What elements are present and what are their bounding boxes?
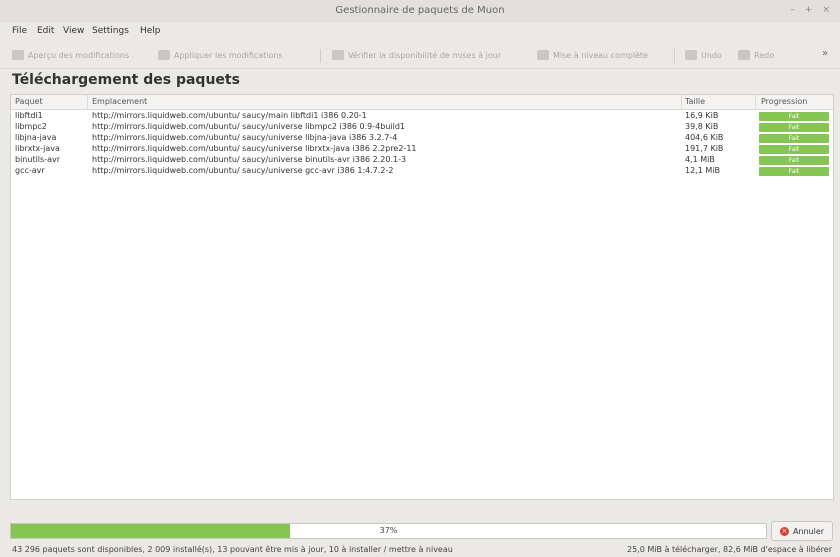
column-separator[interactable] xyxy=(755,95,756,109)
toolbar: Aperçu des modifications Appliquer les m… xyxy=(0,44,840,69)
cell-package: libftdi1 xyxy=(15,111,43,120)
apply-icon xyxy=(158,50,170,60)
header-size[interactable]: Taille xyxy=(685,97,705,106)
table-row[interactable]: libmpc2 http://mirrors.liquidweb.com/ubu… xyxy=(11,122,833,132)
cancel-label: Annuler xyxy=(792,526,825,536)
menu-help[interactable]: Help xyxy=(140,26,161,36)
cell-package: librxtx-java xyxy=(15,144,60,153)
toolbar-overflow-button[interactable]: » xyxy=(822,48,828,59)
redo-label: Redo xyxy=(754,50,775,60)
undo-button[interactable]: Undo xyxy=(685,50,722,60)
title-bar: Gestionnaire de paquets de Muon – + × xyxy=(0,0,840,23)
cell-size: 404,6 KiB xyxy=(685,133,724,142)
redo-button[interactable]: Redo xyxy=(738,50,774,60)
overall-progress-bar: 37% xyxy=(10,523,767,539)
cell-size: 12,1 MiB xyxy=(685,166,720,175)
cell-package: gcc-avr xyxy=(15,166,45,175)
header-progress[interactable]: Progression xyxy=(761,97,807,106)
full-upgrade-button[interactable]: Mise à niveau complète xyxy=(537,50,648,60)
close-icon[interactable]: × xyxy=(822,5,830,15)
table-row[interactable]: libftdi1 http://mirrors.liquidweb.com/ub… xyxy=(11,111,833,121)
apply-changes-label: Appliquer les modifications xyxy=(174,50,283,60)
preview-changes-label: Aperçu des modifications xyxy=(28,50,130,60)
maximize-icon[interactable]: + xyxy=(805,5,813,15)
status-left: 43 296 paquets sont disponibles, 2 009 i… xyxy=(12,545,453,554)
apply-changes-button[interactable]: Appliquer les modifications xyxy=(158,50,283,60)
window-controls: – + × xyxy=(790,5,830,15)
progress-cell: Fait xyxy=(759,123,829,132)
preview-changes-button[interactable]: Aperçu des modifications xyxy=(12,50,129,60)
cell-package: libmpc2 xyxy=(15,122,47,131)
preview-icon xyxy=(12,50,24,60)
table-row[interactable]: gcc-avr http://mirrors.liquidweb.com/ubu… xyxy=(11,166,833,176)
cell-location: http://mirrors.liquidweb.com/ubuntu/ sau… xyxy=(92,144,417,153)
download-table: Paquet Emplacement Taille Progression li… xyxy=(10,94,834,500)
menu-file[interactable]: File xyxy=(12,26,27,36)
cell-size: 16,9 KiB xyxy=(685,111,719,120)
menu-settings[interactable]: Settings xyxy=(92,26,129,36)
undo-icon xyxy=(685,50,697,60)
page-title: Téléchargement des paquets xyxy=(12,72,240,88)
progress-label: 37% xyxy=(379,526,398,535)
check-updates-label: Vérifier la disponibilité de mises à jou… xyxy=(348,50,502,60)
minimize-icon[interactable]: – xyxy=(790,5,795,15)
progress-cell: Fait xyxy=(759,134,829,143)
column-separator[interactable] xyxy=(681,95,682,109)
table-row[interactable]: binutils-avr http://mirrors.liquidweb.co… xyxy=(11,155,833,165)
cell-location: http://mirrors.liquidweb.com/ubuntu/ sau… xyxy=(92,166,394,175)
cell-location: http://mirrors.liquidweb.com/ubuntu/ sau… xyxy=(92,133,398,142)
cancel-button[interactable]: × Annuler xyxy=(771,521,833,541)
header-package[interactable]: Paquet xyxy=(15,97,43,106)
cell-size: 39,8 KiB xyxy=(685,122,719,131)
menu-edit[interactable]: Edit xyxy=(37,26,54,36)
progress-cell: Fait xyxy=(759,156,829,165)
progress-cell: Fait xyxy=(759,112,829,121)
table-row[interactable]: libjna-java http://mirrors.liquidweb.com… xyxy=(11,133,833,143)
undo-label: Undo xyxy=(701,50,722,60)
cancel-icon: × xyxy=(779,526,789,536)
table-row[interactable]: librxtx-java http://mirrors.liquidweb.co… xyxy=(11,144,833,154)
overflow-icon: » xyxy=(822,48,829,59)
progress-cell: Fait xyxy=(759,145,829,154)
refresh-icon xyxy=(332,50,344,60)
toolbar-separator xyxy=(320,49,321,63)
header-location[interactable]: Emplacement xyxy=(92,97,147,106)
menu-bar: File Edit View Settings Help xyxy=(0,22,840,42)
cell-size: 191,7 KiB xyxy=(685,144,724,153)
cell-location: http://mirrors.liquidweb.com/ubuntu/ sau… xyxy=(92,122,406,131)
upgrade-icon xyxy=(537,50,549,60)
status-right: 25,0 MiB à télécharger, 82,6 MiB d'espac… xyxy=(627,545,832,554)
redo-icon xyxy=(738,50,750,60)
cell-location: http://mirrors.liquidweb.com/ubuntu/ sau… xyxy=(92,111,367,120)
table-header: Paquet Emplacement Taille Progression xyxy=(11,95,833,110)
window-title: Gestionnaire de paquets de Muon xyxy=(335,5,505,16)
progress-cell: Fait xyxy=(759,167,829,176)
cell-package: binutils-avr xyxy=(15,155,61,164)
full-upgrade-label: Mise à niveau complète xyxy=(553,50,649,60)
cell-package: libjna-java xyxy=(15,133,57,142)
check-updates-button[interactable]: Vérifier la disponibilité de mises à jou… xyxy=(332,50,501,60)
cell-location: http://mirrors.liquidweb.com/ubuntu/ sau… xyxy=(92,155,407,164)
toolbar-separator xyxy=(674,49,675,63)
menu-view[interactable]: View xyxy=(63,26,84,36)
column-separator[interactable] xyxy=(87,95,88,109)
cell-size: 4,1 MiB xyxy=(685,155,715,164)
